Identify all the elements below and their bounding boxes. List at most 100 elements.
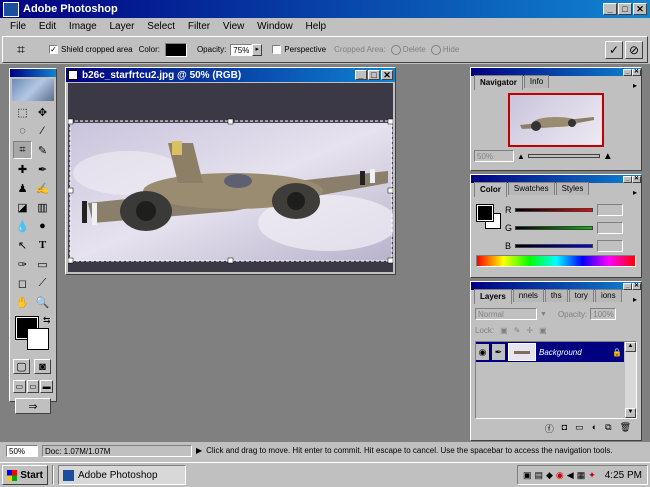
lock-transparency-icon[interactable]: ▣: [500, 326, 508, 335]
tray-modem-icon[interactable]: ▦: [577, 470, 586, 481]
tray-clock[interactable]: 4:25 PM: [605, 470, 642, 481]
marquee-tool-icon[interactable]: ⬚: [13, 103, 32, 121]
zoom-tool-icon[interactable]: 🔍: [33, 293, 52, 311]
commit-icon[interactable]: ✓: [605, 40, 623, 59]
path-selection-tool-icon[interactable]: ↖: [13, 236, 32, 254]
color-close-button[interactable]: ✕: [632, 175, 641, 183]
layers-menu-arrow-icon[interactable]: ▸: [633, 295, 637, 304]
color-minimize-button[interactable]: _: [623, 175, 632, 183]
menu-view[interactable]: View: [223, 21, 245, 32]
brush-tool-icon[interactable]: ✒: [33, 160, 52, 178]
status-doc-size[interactable]: Doc: 1.07M/1.07M: [42, 444, 192, 457]
swap-colors-icon[interactable]: ⇆: [43, 315, 51, 326]
opacity-input[interactable]: 75%: [230, 43, 253, 56]
gradient-tool-icon[interactable]: ▥: [33, 198, 52, 216]
tab-paths[interactable]: ths: [544, 289, 568, 302]
tray-app-icon[interactable]: ◆: [546, 470, 553, 481]
layers-close-button[interactable]: ✕: [632, 282, 641, 290]
tray-speaker-icon[interactable]: ◀: [567, 470, 574, 481]
menu-window[interactable]: Window: [257, 21, 293, 32]
tray-display-icon[interactable]: ▤: [534, 470, 543, 481]
doc-maximize-button[interactable]: □: [368, 70, 380, 80]
tab-layers[interactable]: Layers: [474, 289, 512, 304]
new-layer-icon[interactable]: ⧉: [605, 422, 611, 435]
color-menu-arrow-icon[interactable]: ▸: [633, 188, 637, 197]
tab-history[interactable]: tory: [568, 289, 594, 302]
magic-wand-tool-icon[interactable]: ⁄: [33, 122, 52, 140]
zoom-out-icon[interactable]: ▲: [517, 152, 525, 161]
slice-tool-icon[interactable]: ✎: [33, 141, 52, 159]
navigator-menu-arrow-icon[interactable]: ▸: [633, 81, 637, 90]
opacity-arrow-button[interactable]: ▸: [252, 43, 263, 56]
shape-tool-icon[interactable]: ▭: [33, 255, 52, 273]
delete-radio[interactable]: [390, 44, 401, 55]
tab-info[interactable]: Info: [523, 75, 550, 88]
lock-image-icon[interactable]: ✎: [514, 326, 521, 335]
screen-mode-standard-icon[interactable]: ▭: [13, 380, 26, 393]
color-foreground-swatch[interactable]: [476, 204, 494, 222]
tab-color[interactable]: Color: [474, 182, 507, 197]
lasso-tool-icon[interactable]: ◌: [13, 122, 32, 140]
tray-antivirus-icon[interactable]: ◉: [556, 470, 564, 481]
layer-row[interactable]: ◉ ✒ Background 🔒: [476, 342, 624, 362]
cancel-icon[interactable]: ⊘: [625, 40, 643, 59]
eraser-tool-icon[interactable]: ◪: [13, 198, 32, 216]
pen-tool-icon[interactable]: ✑: [13, 255, 32, 273]
navigator-preview[interactable]: [508, 93, 604, 147]
navigator-zoom-slider[interactable]: [527, 154, 600, 158]
image-canvas[interactable]: [68, 83, 393, 272]
navigator-minimize-button[interactable]: _: [623, 68, 632, 76]
menu-filter[interactable]: Filter: [188, 21, 210, 32]
blend-mode-select[interactable]: Normal: [475, 308, 537, 320]
menu-file[interactable]: File: [10, 21, 26, 32]
layer-mask-icon[interactable]: ◘: [562, 422, 567, 435]
background-color-swatch[interactable]: [27, 328, 49, 350]
start-button[interactable]: Start: [2, 465, 48, 485]
layer-style-icon[interactable]: ⓕ: [545, 422, 554, 435]
status-zoom-input[interactable]: 50%: [6, 444, 38, 457]
notes-tool-icon[interactable]: ◻: [13, 274, 32, 292]
eyedropper-tool-icon[interactable]: ⟋: [33, 274, 52, 292]
menu-select[interactable]: Select: [147, 21, 175, 32]
screen-mode-full-menu-icon[interactable]: ▭: [26, 380, 40, 393]
crop-tool-icon[interactable]: ⌗: [13, 141, 32, 159]
menu-layer[interactable]: Layer: [110, 21, 135, 32]
doc-minimize-button[interactable]: _: [355, 70, 367, 80]
new-set-icon[interactable]: ▭: [575, 422, 584, 435]
red-value-input[interactable]: [597, 204, 623, 216]
layer-brush-icon[interactable]: ✒: [492, 344, 505, 360]
taskbar-photoshop-button[interactable]: Adobe Photoshop: [58, 465, 186, 485]
tab-swatches[interactable]: Swatches: [507, 182, 555, 195]
color-spectrum-bar[interactable]: [476, 255, 636, 267]
history-brush-tool-icon[interactable]: ✍: [33, 179, 52, 197]
crop-tool-icon[interactable]: ⌗: [17, 41, 37, 58]
blend-mode-chevron-down-icon[interactable]: ▼: [540, 311, 547, 318]
tab-actions[interactable]: ions: [594, 289, 622, 302]
doc-close-button[interactable]: ✕: [381, 70, 393, 80]
blur-tool-icon[interactable]: 💧: [13, 217, 32, 235]
delete-layer-icon[interactable]: 🗑: [620, 422, 631, 435]
status-arrow-icon[interactable]: ▶: [196, 446, 202, 455]
scroll-up-button[interactable]: ▲: [625, 342, 636, 352]
tray-scheduler-icon[interactable]: ✦: [588, 470, 596, 481]
dodge-tool-icon[interactable]: ●: [33, 217, 52, 235]
zoom-in-icon[interactable]: ▲: [603, 151, 613, 162]
shield-color-swatch[interactable]: [164, 42, 187, 57]
scroll-down-button[interactable]: ▼: [625, 408, 636, 418]
tab-channels[interactable]: nnels: [512, 289, 544, 302]
tray-network-icon[interactable]: ▣: [523, 470, 532, 481]
menu-image[interactable]: Image: [69, 21, 97, 32]
green-slider[interactable]: [515, 226, 593, 230]
menu-help[interactable]: Help: [306, 21, 327, 32]
hand-tool-icon[interactable]: ✋: [13, 293, 32, 311]
tab-styles[interactable]: Styles: [555, 182, 590, 195]
blue-slider[interactable]: [515, 244, 593, 248]
perspective-checkbox[interactable]: [272, 45, 282, 54]
move-tool-icon[interactable]: ✥: [33, 103, 52, 121]
minimize-button[interactable]: _: [603, 3, 617, 15]
screen-mode-full-icon[interactable]: ▬: [40, 380, 54, 393]
close-button[interactable]: ✕: [633, 3, 647, 15]
tab-navigator[interactable]: Navigator: [474, 75, 523, 90]
menu-edit[interactable]: Edit: [39, 21, 56, 32]
lock-all-icon[interactable]: ▣: [539, 326, 547, 335]
